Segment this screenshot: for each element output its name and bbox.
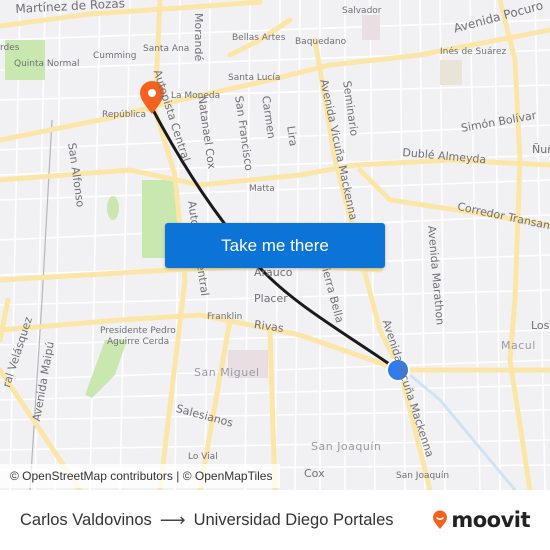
station-label: Santa Lucía bbox=[228, 73, 281, 83]
station-label: Matta bbox=[249, 184, 275, 194]
area-label: Presidente Pedro bbox=[100, 326, 176, 336]
map-attribution[interactable]: © OpenStreetMap contributors | © OpenMap… bbox=[0, 464, 281, 488]
station-label: Cumming bbox=[93, 51, 137, 61]
street-label: Cox bbox=[304, 467, 325, 480]
street-label: Lo Vial bbox=[188, 452, 218, 462]
arrow-right-icon: ⟶ bbox=[159, 510, 186, 530]
take-me-there-button[interactable]: Take me there bbox=[165, 223, 385, 268]
street-label: Salvador bbox=[342, 6, 382, 16]
station-label: Inés de Suárez bbox=[440, 47, 507, 57]
area-label: San Miguel bbox=[194, 366, 260, 379]
area-label: Ñuñ bbox=[532, 143, 550, 156]
map-view[interactable]: Martínez de Rozas Salvador Avenida Pocur… bbox=[0, 0, 550, 490]
station-label: Santa Ana bbox=[143, 44, 190, 54]
street-label: Franklin bbox=[207, 312, 243, 322]
street-label: Lira bbox=[284, 125, 300, 148]
station-label: República bbox=[102, 110, 146, 120]
station-label: San Joaquín bbox=[396, 471, 450, 481]
station-label: Quinta Normal bbox=[14, 59, 80, 69]
area-block bbox=[362, 15, 380, 40]
moovit-wordmark: moovit bbox=[451, 508, 530, 532]
area-label: Aguirre Cerda bbox=[107, 337, 170, 347]
footer: Carlos Valdovinos ⟶ Universidad Diego Po… bbox=[0, 490, 550, 550]
park-pond bbox=[107, 196, 119, 220]
area-label: Los bbox=[531, 319, 550, 332]
area-label: Macul bbox=[501, 339, 536, 352]
street-label: rdes bbox=[0, 43, 20, 53]
route-title: Carlos Valdovinos ⟶ Universidad Diego Po… bbox=[20, 510, 394, 531]
street-label: Placer bbox=[254, 292, 288, 305]
moovit-logo[interactable]: moovit bbox=[432, 508, 530, 532]
street-label: Morandé bbox=[192, 13, 205, 62]
origin-name: Carlos Valdovinos bbox=[20, 511, 152, 529]
destination-name: Universidad Diego Portales bbox=[193, 511, 394, 529]
station-label: Baquedano bbox=[295, 37, 347, 47]
area-label: San Joaquín bbox=[311, 440, 382, 453]
park-pedro-aguirre-cerda bbox=[85, 340, 127, 398]
area-block bbox=[440, 60, 462, 85]
station-label: Bellas Artes bbox=[232, 33, 286, 43]
moovit-pin-icon bbox=[433, 510, 448, 529]
